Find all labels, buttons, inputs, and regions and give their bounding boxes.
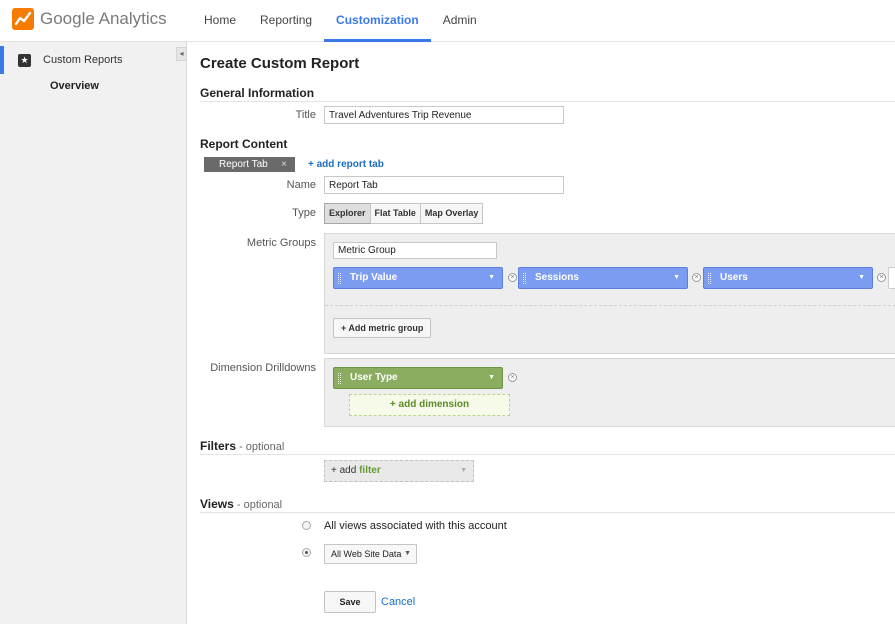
view-select[interactable]: All Web Site Data ▼	[324, 544, 417, 564]
report-tab[interactable]: Report Tab ×	[204, 157, 295, 172]
type-explorer-button[interactable]: Explorer	[324, 203, 371, 224]
nav-home[interactable]: Home	[192, 0, 248, 42]
chevron-down-icon: ▼	[858, 274, 865, 281]
metric-chip-users[interactable]: Users ▼	[703, 267, 873, 289]
metric-group-divider	[325, 305, 895, 306]
add-filter-prefix: + add	[331, 465, 360, 476]
main-nav: Home Reporting Customization Admin	[192, 0, 489, 42]
google-analytics-logo[interactable]: Google Analytics	[12, 8, 167, 30]
nav-admin[interactable]: Admin	[431, 0, 489, 42]
add-filter-button[interactable]: + add filter ▼	[324, 460, 474, 482]
page-title: Create Custom Report	[200, 55, 360, 72]
add-metric-slot[interactable]	[888, 267, 895, 289]
all-views-radio[interactable]	[302, 521, 311, 530]
logo-text: Google Analytics	[40, 9, 167, 28]
metric-row: Trip Value ▼ × Sessions ▼ × Users ▼ ×	[333, 267, 895, 289]
views-optional-note: - optional	[233, 499, 283, 511]
remove-metric-icon[interactable]: ×	[508, 273, 517, 282]
metric-chip-label: Trip Value	[350, 272, 398, 283]
sidebar-item-custom-reports[interactable]: ★ Custom Reports	[0, 46, 176, 74]
report-tab-label: Report Tab	[219, 159, 268, 170]
metric-groups-panel: Trip Value ▼ × Sessions ▼ × Users ▼ × + …	[324, 233, 895, 354]
section-views: Views - optional	[200, 497, 282, 511]
close-tab-icon[interactable]: ×	[281, 157, 287, 172]
remove-dimension-icon[interactable]: ×	[508, 373, 517, 382]
selected-view-radio[interactable]	[302, 548, 311, 557]
remove-metric-icon[interactable]: ×	[877, 273, 886, 282]
dimension-drilldowns-label: Dimension Drilldowns	[210, 362, 316, 374]
add-dimension-button[interactable]: + add dimension	[349, 394, 510, 416]
chevron-down-icon: ▼	[460, 467, 467, 474]
metric-group-name-input[interactable]	[333, 242, 497, 259]
section-divider	[200, 454, 895, 455]
filters-optional-note: - optional	[236, 441, 285, 453]
remove-metric-icon[interactable]: ×	[692, 273, 701, 282]
drag-handle-icon[interactable]	[338, 373, 341, 384]
name-input[interactable]	[324, 176, 564, 194]
section-filters: Filters - optional	[200, 439, 284, 453]
drag-handle-icon[interactable]	[338, 273, 341, 284]
chevron-down-icon: ▼	[404, 550, 411, 557]
nav-customization[interactable]: Customization	[324, 0, 431, 42]
add-filter-word: filter	[359, 465, 381, 476]
add-metric-group-button[interactable]: + Add metric group	[333, 318, 432, 338]
main-content: Create Custom Report General Information…	[188, 42, 895, 624]
top-bar: Google Analytics Home Reporting Customiz…	[0, 0, 895, 42]
name-label: Name	[286, 179, 316, 191]
nav-reporting[interactable]: Reporting	[248, 0, 324, 42]
sidebar-item-overview[interactable]: Overview	[50, 80, 99, 92]
metric-chip-label: Users	[720, 272, 748, 283]
views-heading: Views	[200, 497, 234, 511]
title-input[interactable]	[324, 106, 564, 124]
add-report-tab-link[interactable]: + add report tab	[308, 157, 384, 172]
metric-chip-label: Sessions	[535, 272, 579, 283]
dimension-chip-user-type[interactable]: User Type ▼	[333, 367, 503, 389]
cancel-link[interactable]: Cancel	[381, 596, 415, 608]
title-label: Title	[295, 109, 316, 121]
collapse-sidebar-icon[interactable]: ◂	[176, 47, 187, 61]
chevron-down-icon: ▼	[488, 374, 495, 381]
type-map-overlay-button[interactable]: Map Overlay	[419, 203, 484, 224]
section-divider	[200, 101, 895, 102]
section-divider	[200, 512, 895, 513]
type-flat-table-button[interactable]: Flat Table	[369, 203, 421, 224]
type-label: Type	[292, 207, 316, 219]
drag-handle-icon[interactable]	[708, 273, 711, 284]
view-select-value: All Web Site Data	[331, 549, 402, 559]
sidebar-item-label: Custom Reports	[43, 54, 123, 66]
all-views-label: All views associated with this account	[324, 520, 507, 532]
dimension-drilldowns-panel: User Type ▼ × + add dimension	[324, 358, 895, 427]
metric-groups-label: Metric Groups	[246, 237, 316, 249]
sidebar: ◂ ★ Custom Reports Overview	[0, 42, 187, 624]
chevron-down-icon: ▼	[488, 274, 495, 281]
type-selector: Explorer Flat Table Map Overlay	[324, 203, 484, 224]
star-icon: ★	[18, 53, 31, 67]
save-button[interactable]: Save	[324, 591, 376, 613]
metric-chip-sessions[interactable]: Sessions ▼	[518, 267, 688, 289]
metric-chip-trip-value[interactable]: Trip Value ▼	[333, 267, 503, 289]
filters-heading: Filters	[200, 439, 237, 453]
section-report-content: Report Content	[200, 137, 288, 151]
drag-handle-icon[interactable]	[523, 273, 526, 284]
analytics-logo-icon	[12, 8, 34, 30]
chevron-down-icon: ▼	[673, 274, 680, 281]
dimension-chip-label: User Type	[350, 372, 398, 383]
section-general-information: General Information	[200, 86, 315, 100]
